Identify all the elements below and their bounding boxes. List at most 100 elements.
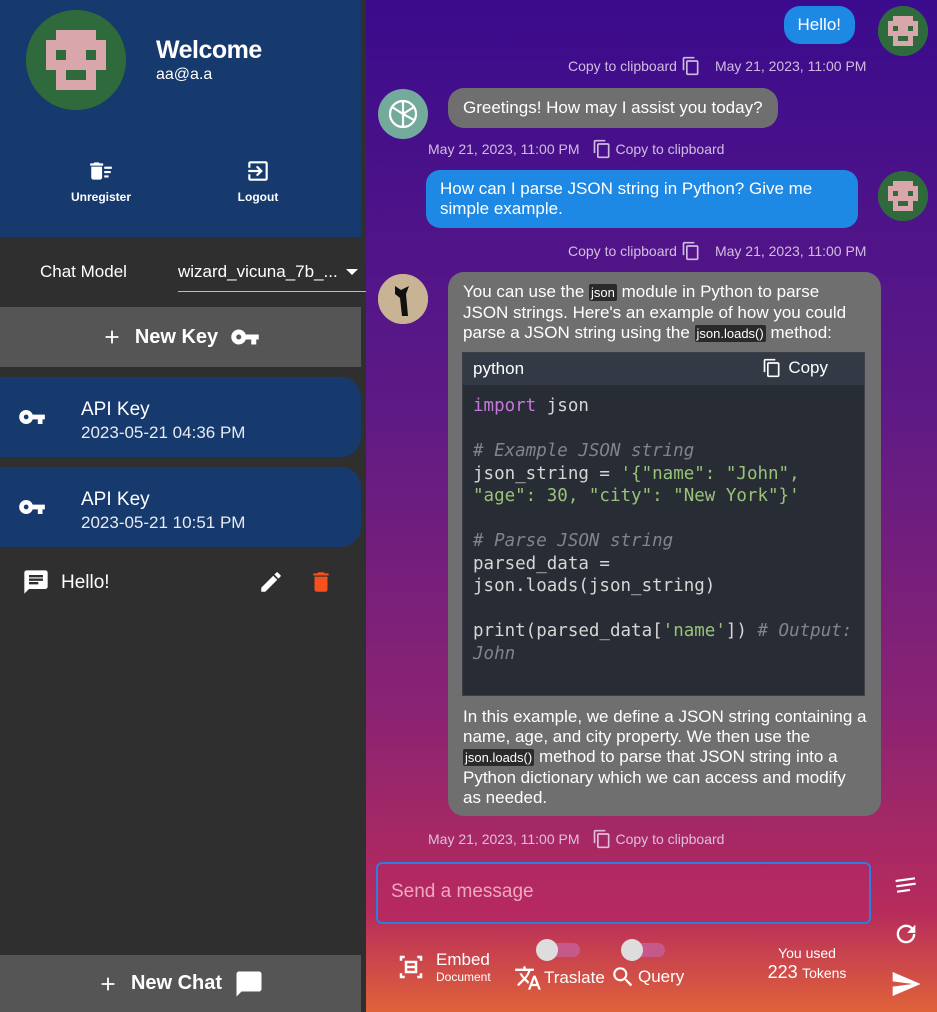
message-input[interactable]: Send a message <box>376 862 871 924</box>
message-timestamp: May 21, 2023, 11:00 PM <box>428 831 580 847</box>
space-invader-icon <box>878 171 928 221</box>
key-icon <box>19 410 45 424</box>
chat-list-item[interactable]: Hello! <box>0 560 361 605</box>
api-key-title: API Key <box>81 399 150 420</box>
unregister-label: Unregister <box>70 190 132 204</box>
sidebar: Welcome aa@a.a Unregister Logout Chat Mo… <box>0 0 366 1012</box>
user-email: aa@a.a <box>156 66 213 83</box>
code-content: import json # Example JSON string json_s… <box>473 396 863 664</box>
translate-icon <box>515 966 541 990</box>
document-scan-icon <box>399 955 423 979</box>
new-key-label: New Key <box>134 325 219 348</box>
assistant-avatar <box>378 89 428 139</box>
chat-bubble-icon <box>236 971 262 996</box>
avatar <box>26 10 126 110</box>
chat-model-label: Chat Model <box>40 262 127 281</box>
api-key-item[interactable]: API Key 2023-05-21 04:36 PM <box>0 377 361 457</box>
query-toggle[interactable] <box>621 939 665 961</box>
assistant-paragraph: In this example, we define a JSON string… <box>463 707 868 808</box>
message-timestamp: May 21, 2023, 11:00 PM <box>714 243 867 259</box>
refresh-icon[interactable] <box>892 920 920 948</box>
inline-code: json.loads() <box>694 325 766 342</box>
query-button[interactable]: Query <box>610 964 684 990</box>
message-meta: Copy to clipboard May 21, 2023, 11:00 PM <box>568 241 866 261</box>
space-invader-icon <box>26 10 126 110</box>
copy-icon[interactable] <box>592 139 612 159</box>
openai-logo-icon <box>388 99 418 129</box>
assistant-message: You can use the json module in Python to… <box>448 272 881 816</box>
chat-model-select[interactable]: wizard_vicuna_7b_... <box>178 254 366 292</box>
copy-icon[interactable] <box>592 829 612 849</box>
message-meta: May 21, 2023, 11:00 PM Copy to clipboard <box>428 139 724 159</box>
key-icon <box>231 329 259 345</box>
inline-code: json <box>589 284 617 301</box>
text-span: You can use the <box>463 282 585 301</box>
chat-model-value: wizard_vicuna_7b_... <box>178 262 338 281</box>
copy-to-clipboard-button[interactable]: Copy to clipboard <box>568 58 677 74</box>
translate-toggle[interactable] <box>536 939 580 961</box>
assistant-message: Greetings! How may I assist you today? <box>448 88 778 128</box>
key-icon <box>19 500 45 514</box>
logout-icon <box>248 161 268 181</box>
copy-icon[interactable] <box>681 241 701 261</box>
token-usage: You used 223 Tokens <box>764 945 850 983</box>
welcome-title: Welcome <box>156 36 262 64</box>
token-usage-label: You used <box>778 945 836 961</box>
text-span: In this example, we define a JSON string… <box>463 707 867 746</box>
message-meta: Copy to clipboard May 21, 2023, 11:00 PM <box>568 56 866 76</box>
code-copy-label: Copy <box>788 358 828 377</box>
chat-icon <box>24 570 48 594</box>
chat-area: Hello! Copy to clipboard May 21, 2023, 1… <box>366 0 937 1012</box>
api-key-date: 2023-05-21 10:51 PM <box>81 513 246 532</box>
send-icon[interactable] <box>890 968 922 1000</box>
copy-icon <box>763 358 780 378</box>
toggle-thumb <box>621 939 643 961</box>
embed-document-button[interactable]: Embed Document <box>396 950 491 984</box>
api-key-title: API Key <box>81 489 150 510</box>
message-meta: May 21, 2023, 11:00 PM Copy to clipboard <box>428 829 724 849</box>
api-key-item[interactable]: API Key 2023-05-21 10:51 PM <box>0 467 361 547</box>
copy-to-clipboard-button[interactable]: Copy to clipboard <box>568 243 677 259</box>
embed-label: Embed <box>436 950 490 969</box>
token-count: 223 <box>767 962 798 982</box>
translate-button[interactable]: Traslate <box>514 964 605 992</box>
edit-icon[interactable] <box>258 569 284 595</box>
logout-button[interactable]: Logout <box>203 158 313 204</box>
user-avatar <box>878 6 928 56</box>
message-timestamp: May 21, 2023, 11:00 PM <box>428 141 580 157</box>
user-avatar <box>878 171 928 221</box>
search-icon <box>613 967 633 987</box>
code-copy-button[interactable]: Copy <box>762 358 828 378</box>
llama-icon <box>378 274 428 324</box>
copy-icon[interactable] <box>681 56 701 76</box>
delete-sweep-icon <box>90 162 112 180</box>
inline-code: json.loads() <box>463 749 535 766</box>
translate-label: Traslate <box>544 968 605 987</box>
space-invader-icon <box>878 6 928 56</box>
assistant-avatar <box>378 274 428 324</box>
dropdown-arrow-icon <box>346 269 358 275</box>
user-message: Hello! <box>783 6 855 44</box>
copy-to-clipboard-button[interactable]: Copy to clipboard <box>616 831 725 847</box>
code-header: python Copy <box>463 353 864 385</box>
plus-icon <box>101 977 115 990</box>
code-block: python Copy import json # Example JSON s… <box>462 352 865 696</box>
user-message: How can I parse JSON string in Python? G… <box>426 170 858 228</box>
chat-title: Hello! <box>61 572 110 593</box>
token-unit: Tokens <box>802 965 847 981</box>
text-span: method: <box>770 323 832 342</box>
unregister-button[interactable]: Unregister <box>46 158 156 204</box>
new-key-button[interactable]: New Key <box>0 307 361 367</box>
new-chat-button[interactable]: New Chat <box>0 955 361 1012</box>
code-language: python <box>473 359 525 378</box>
notes-icon[interactable] <box>892 872 920 898</box>
profile-panel: Welcome aa@a.a Unregister Logout <box>0 0 361 237</box>
message-timestamp: May 21, 2023, 11:00 PM <box>714 58 867 74</box>
toggle-thumb <box>536 939 558 961</box>
plus-icon <box>105 330 119 344</box>
logout-label: Logout <box>237 190 279 204</box>
delete-icon[interactable] <box>308 569 334 595</box>
copy-to-clipboard-button[interactable]: Copy to clipboard <box>616 141 725 157</box>
api-key-date: 2023-05-21 04:36 PM <box>81 423 246 442</box>
query-label: Query <box>638 967 685 986</box>
